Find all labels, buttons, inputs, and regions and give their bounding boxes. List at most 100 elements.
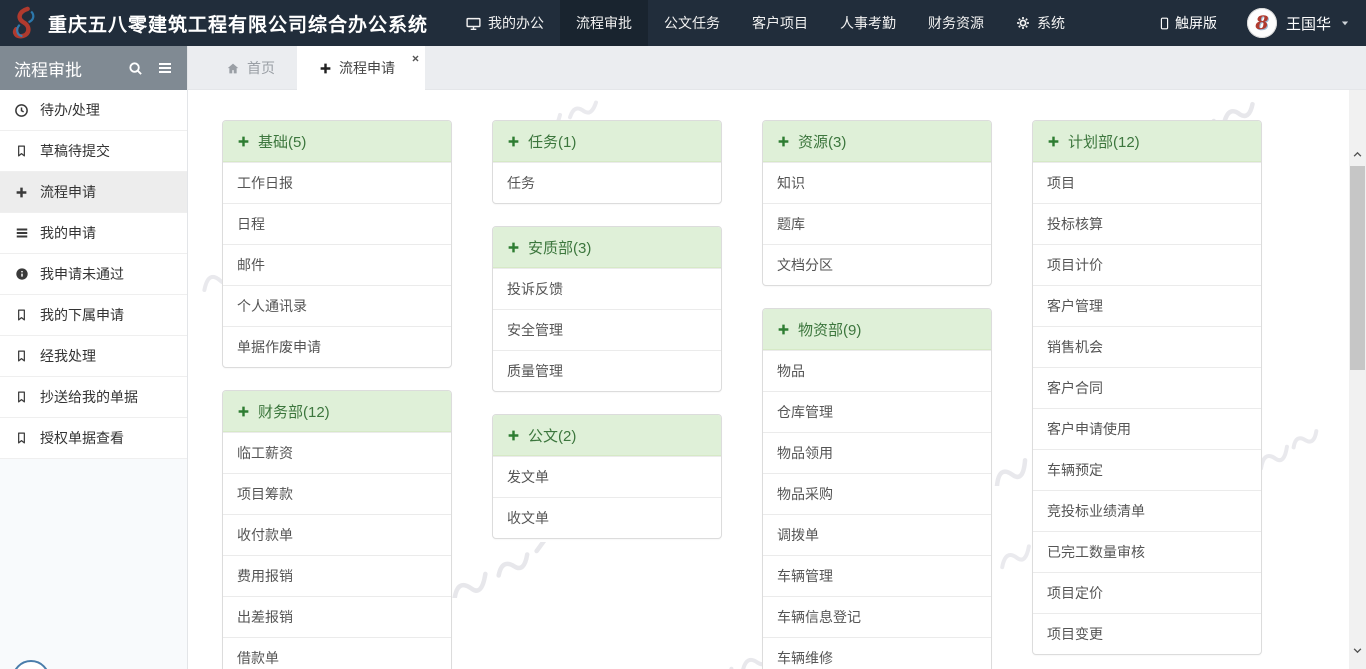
category-card-header[interactable]: 安质部(3) xyxy=(493,227,721,268)
card-item[interactable]: 项目筹款 xyxy=(223,473,451,514)
card-item[interactable]: 项目 xyxy=(1033,162,1261,203)
category-card-header[interactable]: 财务部(12) xyxy=(223,391,451,432)
card-item[interactable]: 题库 xyxy=(763,203,991,244)
hamburger-menu-icon[interactable] xyxy=(157,60,173,76)
scrollbar[interactable] xyxy=(1349,90,1366,669)
card-item[interactable]: 个人通讯录 xyxy=(223,285,451,326)
tab-home[interactable]: 首页 xyxy=(204,46,297,90)
card-item[interactable]: 工作日报 xyxy=(223,162,451,203)
nav-item-label: 系统 xyxy=(1037,13,1065,33)
sidebar-item-process-apply[interactable]: 流程申请 xyxy=(0,172,187,213)
bookmark-icon xyxy=(14,390,29,404)
sidebar-item-processed-by-me[interactable]: 经我处理 xyxy=(0,336,187,377)
search-icon[interactable] xyxy=(128,61,143,76)
card-item[interactable]: 客户合同 xyxy=(1033,367,1261,408)
category-title: 任务(1) xyxy=(528,131,576,152)
scrollbar-thumb[interactable] xyxy=(1350,166,1365,370)
card-item[interactable]: 项目变更 xyxy=(1033,613,1261,654)
card-item[interactable]: 物品采购 xyxy=(763,473,991,514)
touch-screen-icon xyxy=(1158,16,1171,31)
home-icon xyxy=(226,62,240,75)
card-item[interactable]: 日程 xyxy=(223,203,451,244)
card-item[interactable]: 竞投标业绩清单 xyxy=(1033,490,1261,531)
nav-item-hr-attendance[interactable]: 人事考勤 xyxy=(824,0,912,46)
nav-item-system[interactable]: 系统 xyxy=(1000,0,1081,46)
info-icon xyxy=(14,267,29,281)
card-item[interactable]: 项目计价 xyxy=(1033,244,1261,285)
plus-icon xyxy=(777,135,790,148)
card-item[interactable]: 知识 xyxy=(763,162,991,203)
category-title: 公文(2) xyxy=(528,425,576,446)
card-item[interactable]: 车辆维修 xyxy=(763,637,991,669)
card-item[interactable]: 车辆信息登记 xyxy=(763,596,991,637)
card-item[interactable]: 任务 xyxy=(493,162,721,203)
tab-label: 首页 xyxy=(247,58,275,78)
nav-item-my-office[interactable]: 我的办公 xyxy=(450,0,560,46)
category-card-header[interactable]: 计划部(12) xyxy=(1033,121,1261,162)
sidebar-list: 待办/处理草稿待提交流程申请我的申请我申请未通过我的下属申请经我处理抄送给我的单… xyxy=(0,90,187,459)
card-item[interactable]: 物品 xyxy=(763,350,991,391)
card-item[interactable]: 质量管理 xyxy=(493,350,721,391)
nav-item-document-tasks[interactable]: 公文任务 xyxy=(648,0,736,46)
category-card-header[interactable]: 物资部(9) xyxy=(763,309,991,350)
sidebar-item-draft-pending[interactable]: 草稿待提交 xyxy=(0,131,187,172)
card-item[interactable]: 车辆预定 xyxy=(1033,449,1261,490)
app-logo[interactable] xyxy=(10,5,40,41)
caret-down-icon xyxy=(1340,18,1350,28)
card-item[interactable]: 收付款单 xyxy=(223,514,451,555)
card-item[interactable]: 临工薪资 xyxy=(223,432,451,473)
card-item[interactable]: 出差报销 xyxy=(223,596,451,637)
card-item[interactable]: 仓库管理 xyxy=(763,391,991,432)
tab-label: 流程申请 xyxy=(339,58,395,78)
card-item[interactable]: 发文单 xyxy=(493,456,721,497)
card-item[interactable]: 单据作废申请 xyxy=(223,326,451,367)
sidebar-item-label: 我的下属申请 xyxy=(40,305,124,325)
plus-icon xyxy=(507,241,520,254)
card-item[interactable]: 费用报销 xyxy=(223,555,451,596)
card-item[interactable]: 投标核算 xyxy=(1033,203,1261,244)
sidebar-item-cc-to-me[interactable]: 抄送给我的单据 xyxy=(0,377,187,418)
category-card: 安质部(3)投诉反馈安全管理质量管理 xyxy=(492,226,722,392)
plus-icon xyxy=(777,323,790,336)
category-card-header[interactable]: 公文(2) xyxy=(493,415,721,456)
card-item[interactable]: 借款单 xyxy=(223,637,451,669)
sidebar: 流程审批 待办/处理草稿待提交流程申请我的申请我申请未通过我的下属申请经我处理抄… xyxy=(0,46,188,669)
card-item[interactable]: 收文单 xyxy=(493,497,721,538)
sidebar-item-my-applications[interactable]: 我的申请 xyxy=(0,213,187,254)
sidebar-item-authorized-documents[interactable]: 授权单据查看 xyxy=(0,418,187,459)
app-title: 重庆五八零建筑工程有限公司综合办公系统 xyxy=(48,10,428,37)
card-item[interactable]: 邮件 xyxy=(223,244,451,285)
card-item[interactable]: 车辆管理 xyxy=(763,555,991,596)
category-card: 计划部(12)项目投标核算项目计价客户管理销售机会客户合同客户申请使用车辆预定竞… xyxy=(1032,120,1262,655)
card-item[interactable]: 项目定价 xyxy=(1033,572,1261,613)
nav-item-customer-projects[interactable]: 客户项目 xyxy=(736,0,824,46)
nav-item-finance-resources[interactable]: 财务资源 xyxy=(912,0,1000,46)
nav-item-label: 人事考勤 xyxy=(840,13,896,33)
touch-version-button[interactable]: 触屏版 xyxy=(1158,13,1217,33)
card-item[interactable]: 安全管理 xyxy=(493,309,721,350)
nav-item-label: 流程审批 xyxy=(576,13,632,33)
sidebar-item-label: 我申请未通过 xyxy=(40,264,124,284)
card-item[interactable]: 调拨单 xyxy=(763,514,991,555)
scrollbar-down-arrow[interactable] xyxy=(1349,642,1366,659)
tab-close-icon[interactable] xyxy=(411,50,420,66)
card-item[interactable]: 客户管理 xyxy=(1033,285,1261,326)
card-item[interactable]: 物品领用 xyxy=(763,432,991,473)
user-menu[interactable]: 8 王国华 xyxy=(1247,8,1350,38)
category-card-header[interactable]: 资源(3) xyxy=(763,121,991,162)
card-item[interactable]: 销售机会 xyxy=(1033,326,1261,367)
card-item[interactable]: 客户申请使用 xyxy=(1033,408,1261,449)
scrollbar-up-arrow[interactable] xyxy=(1349,146,1366,163)
sidebar-item-my-not-approved[interactable]: 我申请未通过 xyxy=(0,254,187,295)
tab-process-apply[interactable]: 流程申请 xyxy=(297,46,425,90)
category-card-header[interactable]: 基础(5) xyxy=(223,121,451,162)
card-item[interactable]: 文档分区 xyxy=(763,244,991,285)
sidebar-item-subordinate-applications[interactable]: 我的下属申请 xyxy=(0,295,187,336)
sidebar-item-todo-process[interactable]: 待办/处理 xyxy=(0,90,187,131)
category-column: 任务(1) 任务安质部(3)投诉反馈安全管理质量管理公文(2) 发文单收文单 xyxy=(492,120,722,561)
category-card-header[interactable]: 任务(1) xyxy=(493,121,721,162)
card-item[interactable]: 已完工数量审核 xyxy=(1033,531,1261,572)
nav-item-process-approval[interactable]: 流程审批 xyxy=(560,0,648,46)
card-item[interactable]: 投诉反馈 xyxy=(493,268,721,309)
navbar-right: 触屏版 8 王国华 xyxy=(1158,8,1366,38)
